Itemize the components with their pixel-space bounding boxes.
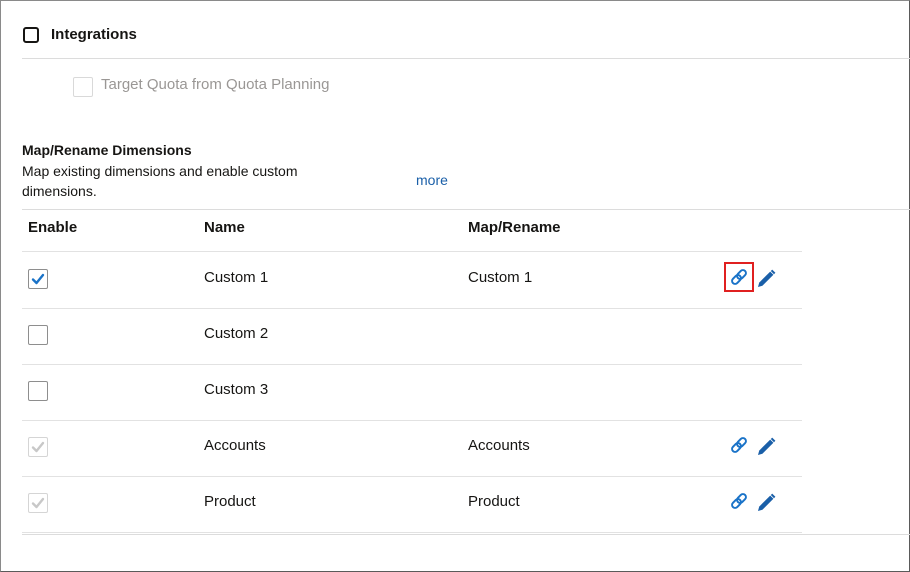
rename-edit-button[interactable]	[754, 435, 778, 459]
dimension-name: Accounts	[204, 437, 266, 454]
dimension-name: Custom 3	[204, 381, 269, 398]
checkmark-icon	[31, 273, 45, 285]
column-header-map-rename: Map/Rename	[468, 219, 561, 236]
checkmark-icon	[31, 441, 45, 453]
column-header-name: Name	[204, 219, 245, 236]
map-rename-title: Map/Rename Dimensions	[22, 142, 192, 158]
link-icon	[731, 437, 747, 453]
row-actions	[726, 432, 786, 462]
integrations-checkbox[interactable]	[23, 27, 39, 43]
dimension-map-rename: Product	[468, 493, 520, 510]
dimension-name: Product	[204, 493, 256, 510]
table-row: Custom 2	[22, 308, 802, 365]
map-rename-description: Map existing dimensions and enable custo…	[22, 163, 298, 199]
table-row: Custom 1 Custom 1	[22, 252, 802, 309]
map-link-button[interactable]	[729, 491, 753, 515]
column-header-enable: Enable	[28, 219, 78, 236]
dimension-name: Custom 2	[204, 325, 269, 342]
divider	[22, 58, 910, 59]
link-icon	[731, 493, 747, 509]
pencil-icon	[758, 493, 776, 511]
checkmark-icon	[31, 497, 45, 509]
integrations-title: Integrations	[51, 26, 137, 43]
more-link[interactable]: more	[416, 172, 448, 188]
divider	[22, 534, 910, 535]
row-actions	[726, 488, 786, 518]
row-actions	[724, 262, 786, 294]
pencil-icon	[758, 437, 776, 455]
dimension-map-rename: Accounts	[468, 437, 530, 454]
dimension-name: Custom 1	[204, 269, 269, 286]
enable-checkbox[interactable]	[28, 269, 48, 289]
map-link-button[interactable]	[724, 262, 754, 292]
table-row: Product Product	[22, 476, 802, 533]
rename-edit-button[interactable]	[754, 267, 778, 291]
table-row: Custom 3	[22, 364, 802, 421]
enable-checkbox[interactable]	[28, 381, 48, 401]
map-link-button[interactable]	[729, 435, 753, 459]
target-quota-label: Target Quota from Quota Planning	[101, 76, 330, 93]
rename-edit-button[interactable]	[754, 491, 778, 515]
pencil-icon	[758, 269, 776, 287]
target-quota-checkbox[interactable]	[73, 77, 93, 97]
table-row: Accounts Accounts	[22, 420, 802, 477]
link-icon	[731, 269, 747, 285]
enable-checkbox	[28, 493, 48, 513]
divider	[22, 209, 910, 210]
dimension-map-rename: Custom 1	[468, 269, 533, 286]
enable-checkbox	[28, 437, 48, 457]
enable-checkbox[interactable]	[28, 325, 48, 345]
